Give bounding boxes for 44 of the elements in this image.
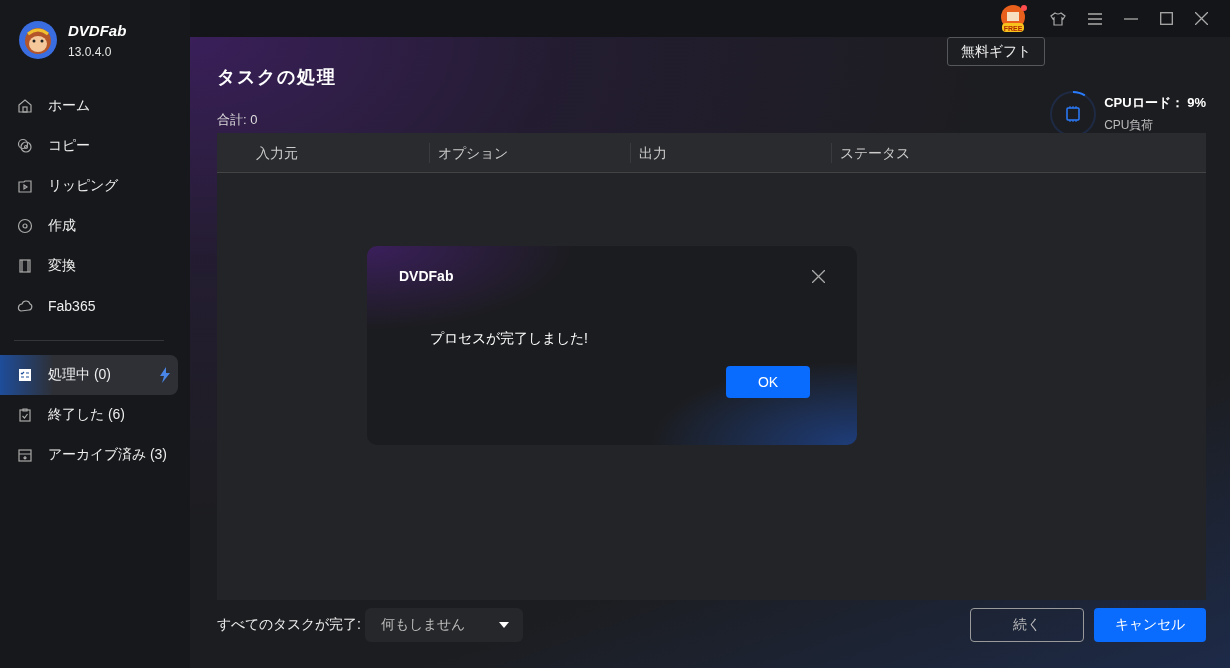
maximize-icon[interactable] [1160, 12, 1173, 25]
sidebar-item[interactable]: 終了した (6) [0, 395, 178, 435]
clipboard-icon [16, 406, 34, 424]
column-header: 入力元 [255, 143, 299, 163]
cloud-icon [16, 297, 34, 315]
discs-icon [16, 137, 34, 155]
checklist-icon [16, 366, 34, 384]
column-header: ステータス [831, 142, 1032, 163]
app-version: 13.0.4.0 [68, 44, 113, 59]
sidebar-item[interactable]: リッピング [0, 166, 178, 206]
dialog-message: プロセスが完了しました! [430, 330, 589, 348]
sidebar-item[interactable]: Fab365 [0, 286, 178, 326]
page-title: タスクの処理 [217, 65, 337, 89]
minimize-icon[interactable] [1124, 17, 1138, 20]
sidebar-item[interactable]: ホーム [0, 86, 178, 126]
ok-button[interactable]: OK [726, 366, 810, 398]
sidebar-item[interactable]: コピー [0, 126, 178, 166]
archive-icon [16, 446, 34, 464]
sidebar-item[interactable]: 変換 [0, 246, 178, 286]
completion-action-dropdown[interactable]: 何もしません [364, 608, 523, 642]
sidebar-item[interactable]: アーカイブ済み (3) [0, 435, 178, 475]
caret-icon [498, 622, 509, 628]
continue-button[interactable]: 続く [970, 608, 1084, 642]
sidebar-item[interactable]: 処理中 (0) [0, 355, 178, 395]
film-icon [16, 257, 34, 275]
shirt-icon[interactable] [1050, 10, 1066, 27]
menu-icon[interactable] [1088, 12, 1102, 25]
column-header: 出力 [630, 142, 831, 163]
folder-play-icon [16, 177, 34, 195]
total-count: 合計: 0 [217, 111, 259, 129]
completion-action-label: すべてのタスクが完了: [217, 616, 361, 634]
home-icon [16, 97, 34, 115]
column-header: オプション [429, 142, 630, 163]
monkey-logo [18, 20, 58, 60]
gift-tooltip: 無料ギフト [947, 37, 1045, 66]
cancel-button[interactable]: キャンセル [1094, 608, 1206, 642]
sidebar-item[interactable]: 作成 [0, 206, 178, 246]
cpu-load-label: CPUロード： 9% [1104, 94, 1206, 112]
close-icon[interactable] [812, 269, 825, 283]
app-name: DVDFab [68, 21, 127, 39]
cpu-load-caption: CPU負荷 [1104, 117, 1155, 134]
dialog-title: DVDFab [399, 268, 454, 284]
disc-icon [16, 217, 34, 235]
close-icon[interactable] [1195, 12, 1208, 25]
